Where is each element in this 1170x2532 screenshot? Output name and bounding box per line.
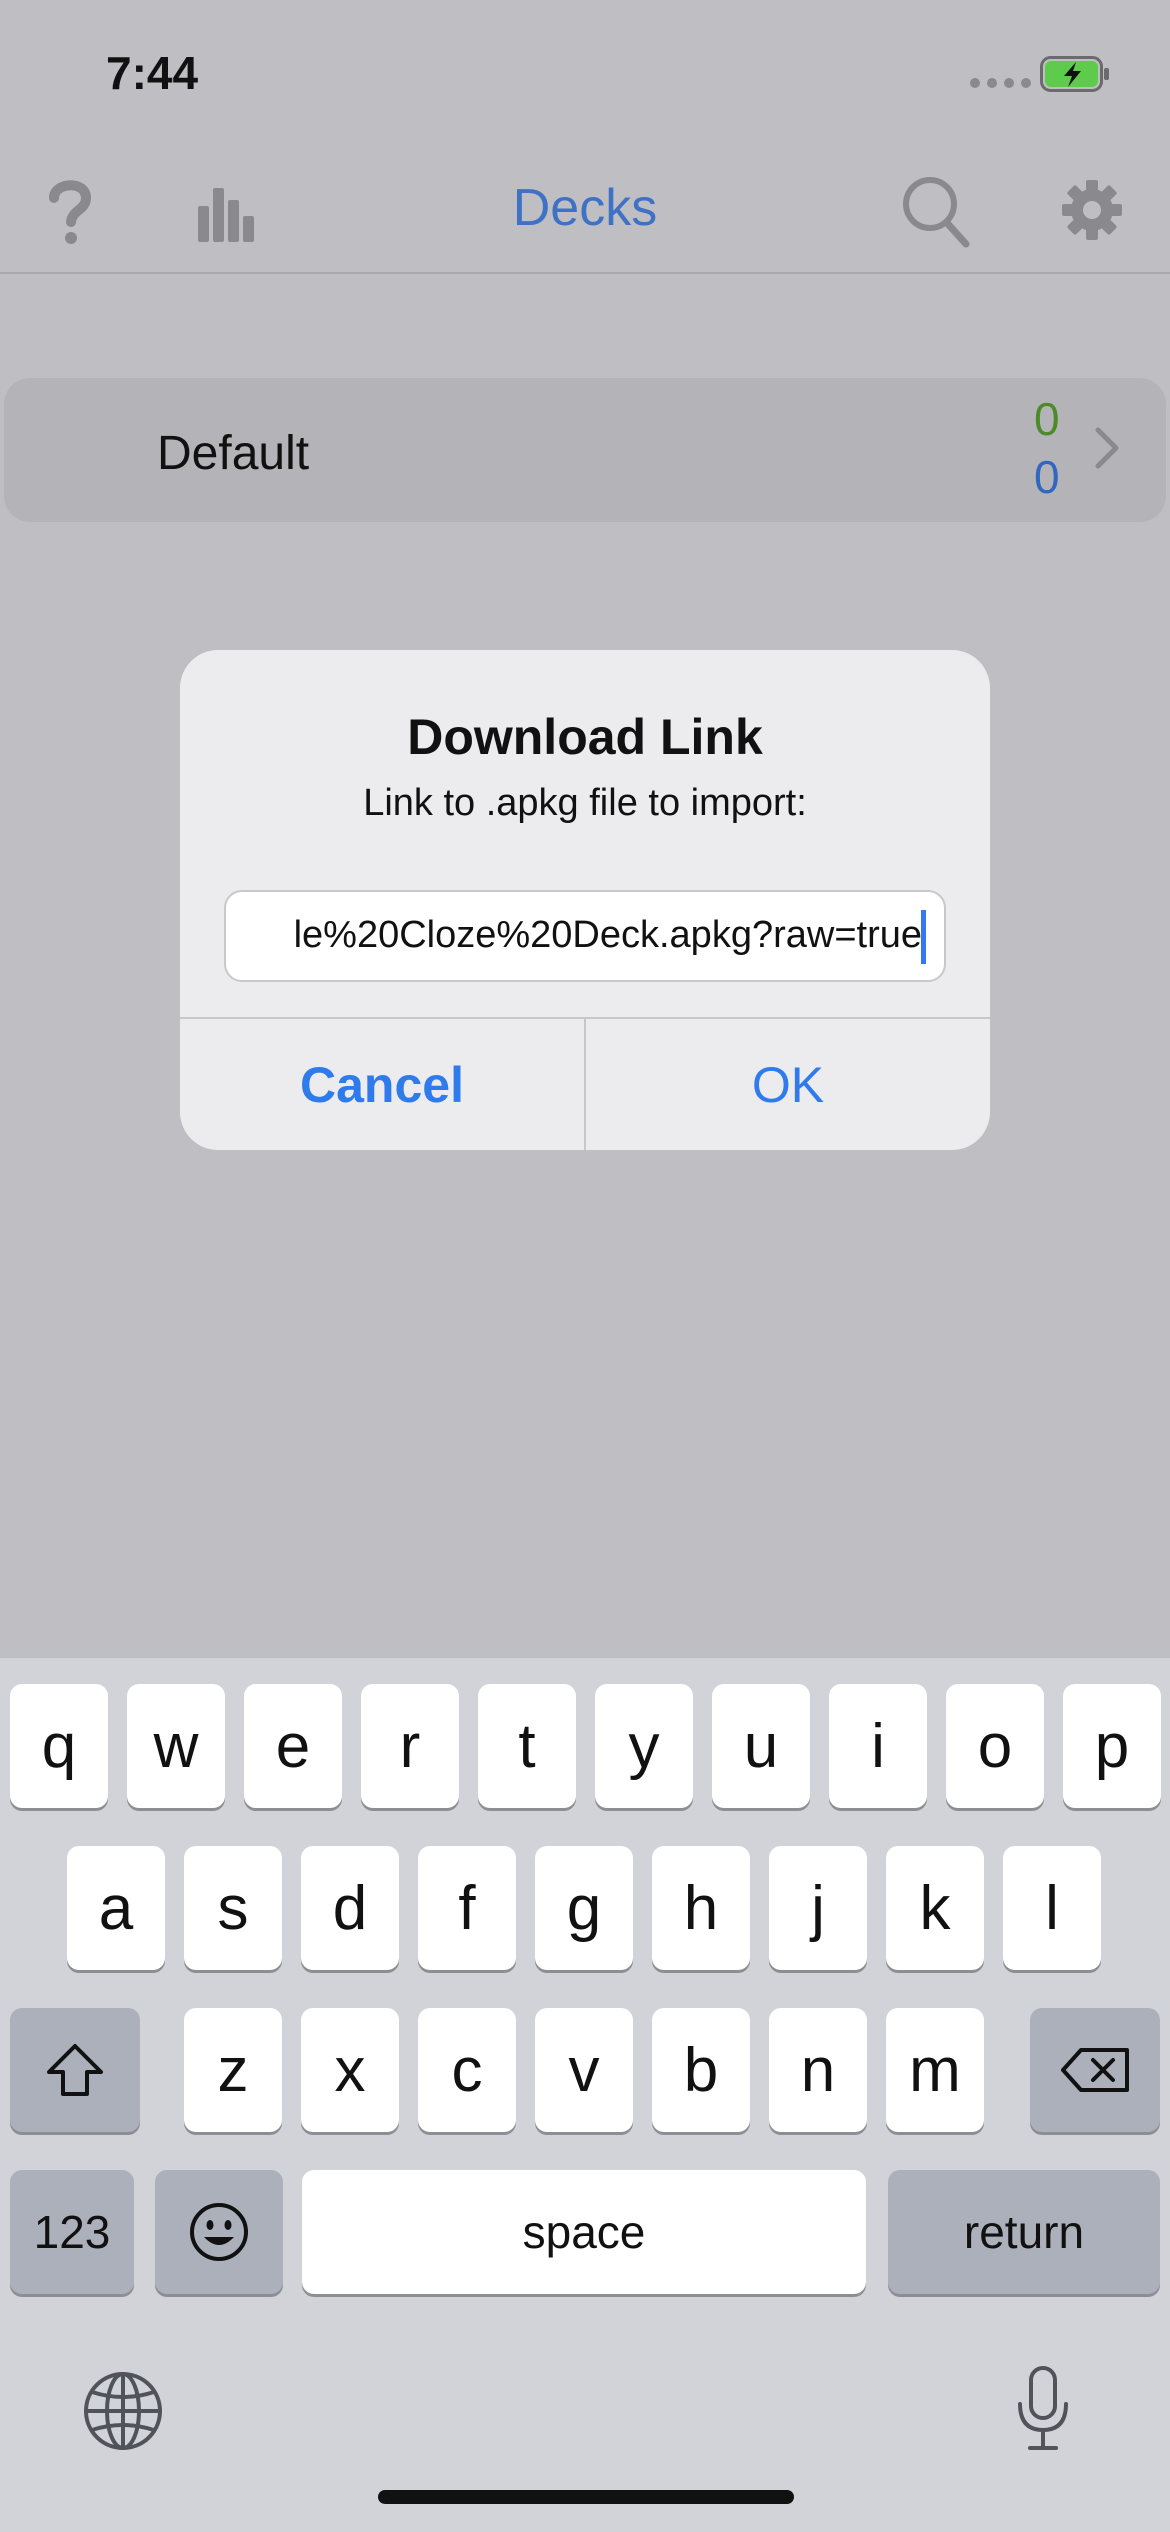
- status-time: 7:44: [106, 47, 199, 99]
- key-v[interactable]: v: [535, 2008, 633, 2132]
- key-b[interactable]: b: [652, 2008, 750, 2132]
- deck-row-default[interactable]: Default 0 0: [4, 378, 1166, 522]
- page-title: Decks: [512, 179, 658, 237]
- gear-icon[interactable]: [1060, 178, 1124, 242]
- home-indicator[interactable]: [378, 2490, 794, 2504]
- key-t[interactable]: t: [478, 1684, 576, 1808]
- key-w[interactable]: w: [127, 1684, 225, 1808]
- key-g[interactable]: g: [535, 1846, 633, 1970]
- numbers-key[interactable]: 123: [10, 2170, 134, 2294]
- key-x[interactable]: x: [301, 2008, 399, 2132]
- decks-screen: 7:44 Decks Default 0 0 Download Link Lin…: [0, 0, 1170, 2532]
- key-u[interactable]: u: [712, 1684, 810, 1808]
- key-r[interactable]: r: [361, 1684, 459, 1808]
- link-input-value: le%20Cloze%20Deck.apkg?raw=true: [293, 914, 922, 956]
- deck-name: Default: [157, 427, 310, 480]
- ok-button[interactable]: OK: [586, 1019, 990, 1150]
- key-p[interactable]: p: [1063, 1684, 1161, 1808]
- signal-icon: [970, 78, 1031, 88]
- key-l[interactable]: l: [1003, 1846, 1101, 1970]
- return-key[interactable]: return: [888, 2170, 1160, 2294]
- key-o[interactable]: o: [946, 1684, 1044, 1808]
- key-z[interactable]: z: [184, 2008, 282, 2132]
- keyboard: q w e r t y u i o p a s d f g h j k l z …: [0, 1658, 1170, 2532]
- shift-key[interactable]: [10, 2008, 140, 2132]
- link-input[interactable]: le%20Cloze%20Deck.apkg?raw=true: [224, 890, 946, 982]
- globe-icon[interactable]: [82, 2370, 164, 2452]
- key-j[interactable]: j: [769, 1846, 867, 1970]
- key-d[interactable]: d: [301, 1846, 399, 1970]
- due-count: 0: [1034, 451, 1060, 503]
- key-i[interactable]: i: [829, 1684, 927, 1808]
- backspace-icon: [1061, 2048, 1129, 2092]
- key-y[interactable]: y: [595, 1684, 693, 1808]
- new-count: 0: [1034, 393, 1060, 445]
- emoji-icon: [190, 2203, 248, 2261]
- chevron-right-icon: [1095, 427, 1119, 469]
- battery-charging-icon: [1040, 56, 1109, 92]
- space-key[interactable]: space: [302, 2170, 866, 2294]
- key-h[interactable]: h: [652, 1846, 750, 1970]
- backspace-key[interactable]: [1030, 2008, 1160, 2132]
- dialog-title: Download Link: [407, 709, 763, 765]
- text-caret: [921, 910, 926, 964]
- key-s[interactable]: s: [184, 1846, 282, 1970]
- emoji-key[interactable]: [155, 2170, 283, 2294]
- key-n[interactable]: n: [769, 2008, 867, 2132]
- key-f[interactable]: f: [418, 1846, 516, 1970]
- nav-bar: Decks: [0, 160, 1170, 274]
- shift-icon: [47, 2044, 103, 2096]
- microphone-icon[interactable]: [1012, 2364, 1074, 2454]
- search-icon[interactable]: [900, 174, 972, 250]
- key-k[interactable]: k: [886, 1846, 984, 1970]
- dialog-message: Link to .apkg file to import:: [363, 782, 807, 824]
- key-q[interactable]: q: [10, 1684, 108, 1808]
- key-e[interactable]: e: [244, 1684, 342, 1808]
- key-m[interactable]: m: [886, 2008, 984, 2132]
- download-link-dialog: Download Link Link to .apkg file to impo…: [180, 650, 990, 1150]
- key-c[interactable]: c: [418, 2008, 516, 2132]
- key-a[interactable]: a: [67, 1846, 165, 1970]
- cancel-button[interactable]: Cancel: [180, 1019, 584, 1150]
